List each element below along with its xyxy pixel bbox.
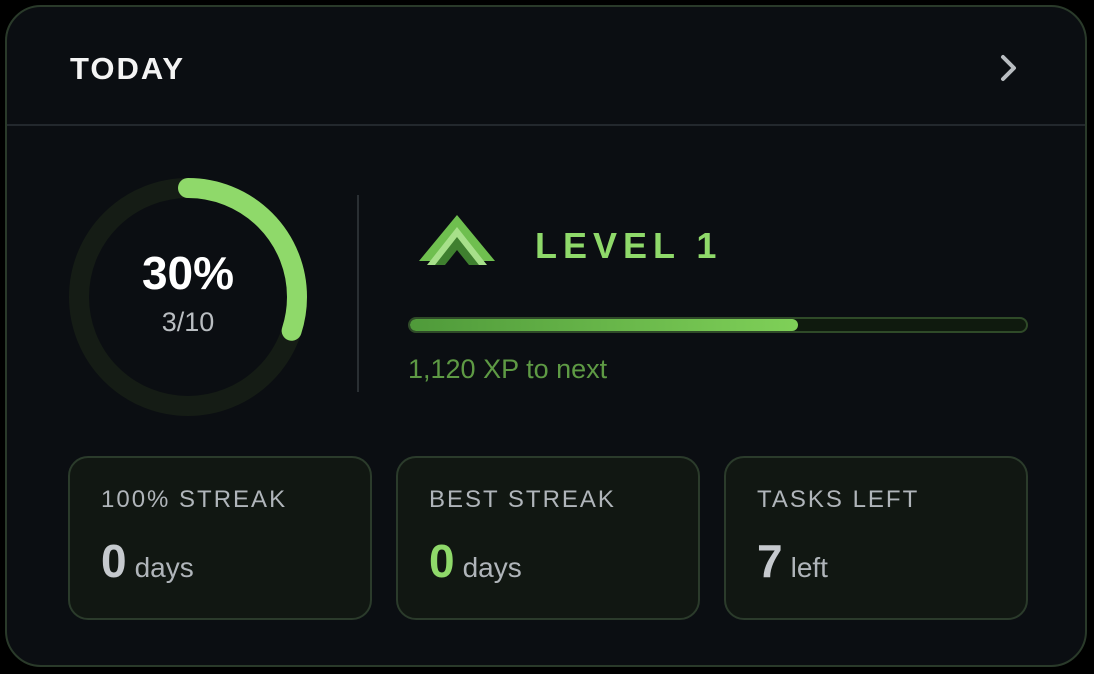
stat-label: BEST STREAK xyxy=(429,486,616,513)
xp-progress-bar xyxy=(408,317,1028,333)
stat-unit: days xyxy=(462,552,522,583)
card-title: TODAY xyxy=(70,51,186,86)
stat-unit: left xyxy=(790,552,828,583)
stat-number: 0 xyxy=(101,535,127,587)
card-header[interactable]: TODAY xyxy=(7,7,1085,126)
progress-count: 3/10 xyxy=(161,307,215,337)
stat-number: 0 xyxy=(429,535,455,587)
section-divider xyxy=(357,195,359,392)
stat-value-row: 7 left xyxy=(757,534,828,588)
level-label: LEVEL 1 xyxy=(535,225,723,266)
stat-card-tasks-left: TASKS LEFT 7 left xyxy=(724,456,1028,620)
stat-label: TASKS LEFT xyxy=(757,486,920,513)
stat-value-row: 0 days xyxy=(429,534,522,588)
xp-progress-fill xyxy=(410,319,799,331)
stat-card-best-streak: BEST STREAK 0 days xyxy=(396,456,700,620)
progress-percent: 30% xyxy=(141,247,235,299)
today-card: TODAY 30% 3/10 LEVEL 1 1,120 XP to next … xyxy=(5,5,1087,667)
chevron-right-icon[interactable] xyxy=(993,52,1025,84)
stat-card-100-streak: 100% STREAK 0 days xyxy=(68,456,372,620)
stat-number: 7 xyxy=(757,535,783,587)
xp-to-next: 1,120 XP to next xyxy=(408,354,608,384)
stat-unit: days xyxy=(134,552,194,583)
stat-value-row: 0 days xyxy=(101,534,194,588)
stat-label: 100% STREAK xyxy=(101,486,288,513)
double-chevron-up-icon xyxy=(419,215,495,265)
